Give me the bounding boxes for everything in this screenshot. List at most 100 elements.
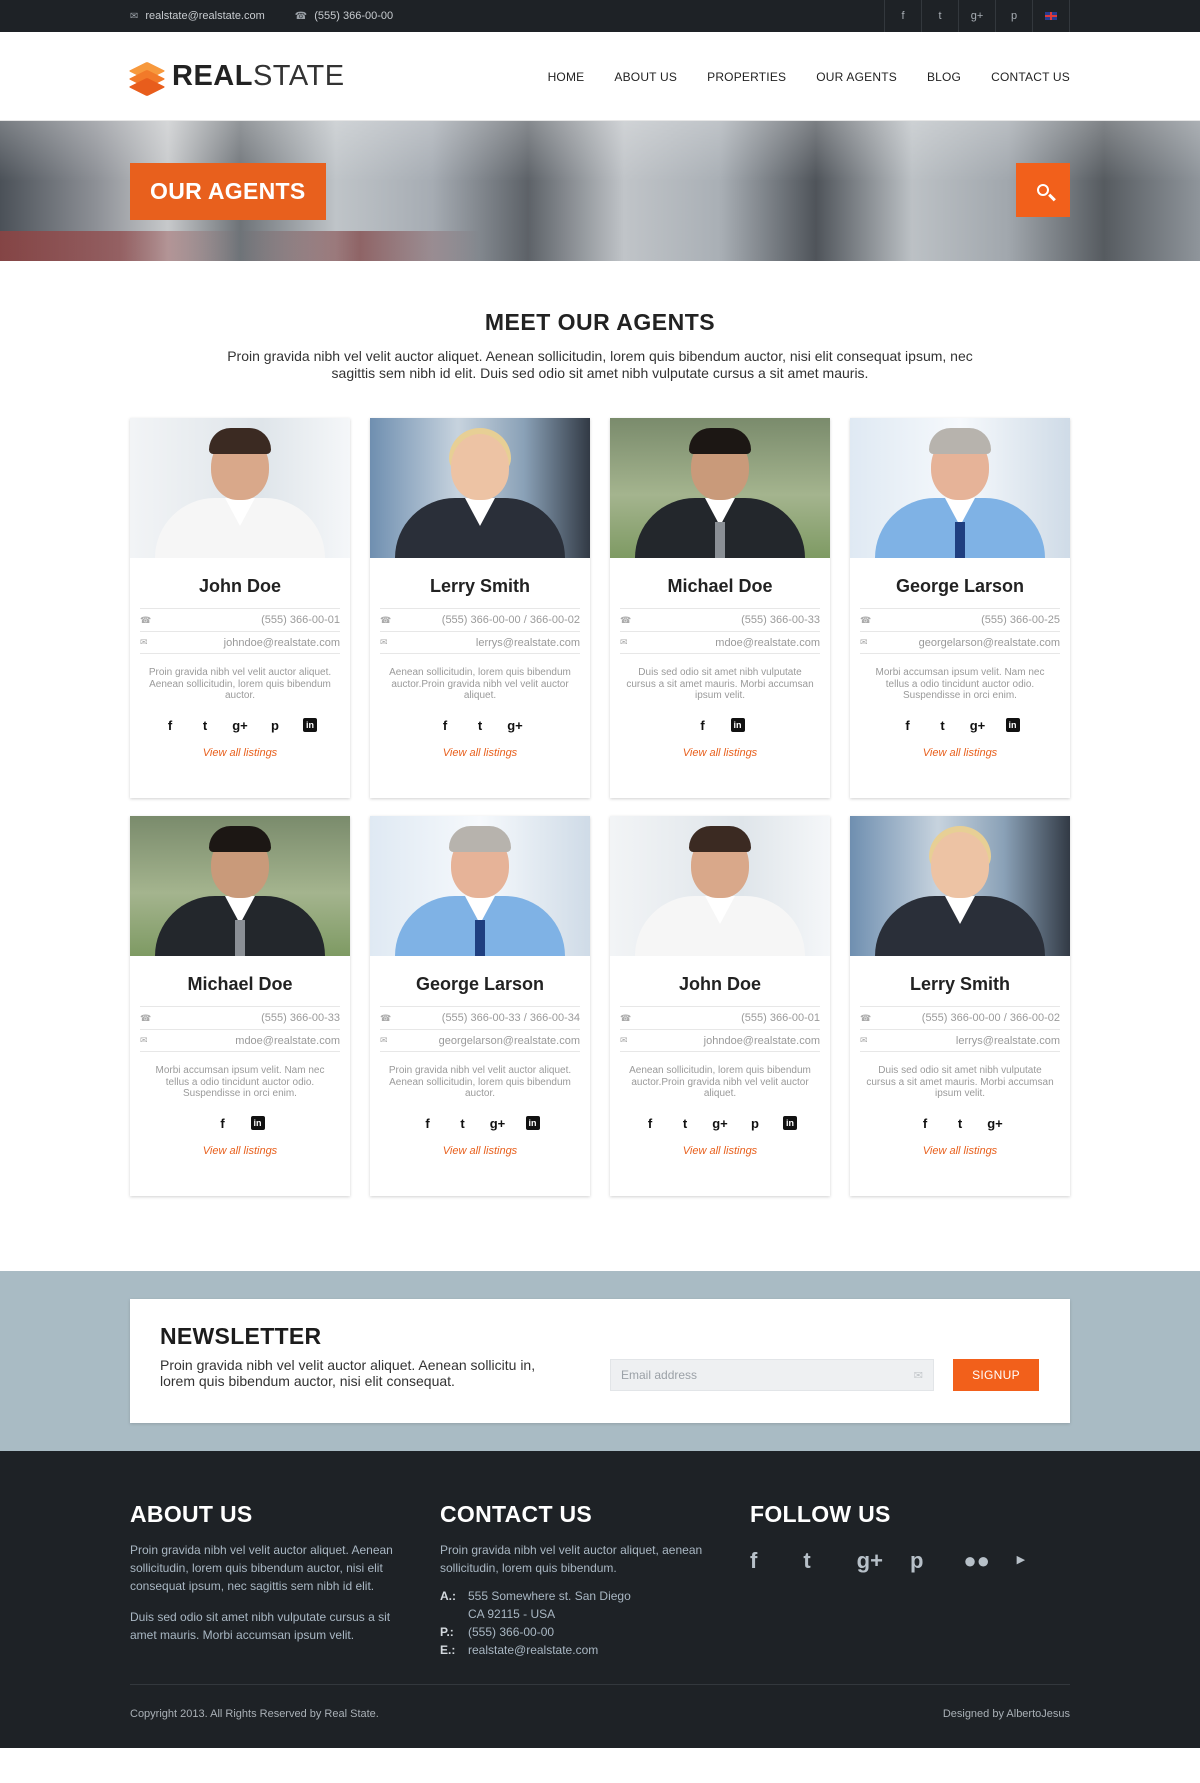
agent-name[interactable]: Lerry Smith xyxy=(370,576,590,598)
google-plus-icon[interactable]: g+ xyxy=(960,718,995,733)
view-all-listings-link[interactable]: View all listings xyxy=(130,1145,350,1157)
agent-photo[interactable] xyxy=(370,816,590,956)
language-selector[interactable] xyxy=(1033,0,1070,32)
facebook-icon[interactable]: f xyxy=(428,718,463,733)
linkedin-icon[interactable]: in xyxy=(240,1116,275,1130)
agent-phone-row: ☎ (555) 366-00-25 xyxy=(860,608,1060,631)
agent-card: Michael Doe ☎ (555) 366-00-33 ✉ mdoe@reals… xyxy=(610,418,830,798)
pinterest-icon[interactable]: p xyxy=(910,1548,963,1574)
agent-email[interactable]: lerrys@realstate.com xyxy=(476,637,580,649)
linkedin-icon[interactable]: in xyxy=(515,1116,550,1130)
google-plus-icon[interactable]: g+ xyxy=(703,1116,738,1131)
agent-email[interactable]: mdoe@realstate.com xyxy=(235,1035,340,1047)
pinterest-icon[interactable]: p xyxy=(996,0,1033,32)
agent-name[interactable]: John Doe xyxy=(610,974,830,996)
facebook-icon[interactable]: f xyxy=(885,0,922,32)
agent-name[interactable]: George Larson xyxy=(370,974,590,996)
facebook-icon[interactable]: f xyxy=(205,1116,240,1131)
google-plus-icon[interactable]: g+ xyxy=(978,1116,1013,1131)
nav-properties[interactable]: PROPERTIES xyxy=(707,70,786,84)
twitter-icon[interactable]: t xyxy=(943,1116,978,1131)
newsletter-email-input[interactable]: Email address ✉ xyxy=(610,1359,934,1391)
agent-name[interactable]: Lerry Smith xyxy=(850,974,1070,996)
agent-photo[interactable] xyxy=(850,816,1070,956)
agent-email[interactable]: johndoe@realstate.com xyxy=(704,1035,820,1047)
linkedin-icon[interactable]: in xyxy=(995,718,1030,732)
view-all-listings-link[interactable]: View all listings xyxy=(610,1145,830,1157)
linkedin-icon[interactable]: in xyxy=(773,1116,808,1130)
agent-email[interactable]: georgelarson@realstate.com xyxy=(439,1035,580,1047)
agent-social-links: f in xyxy=(130,1113,350,1133)
facebook-icon[interactable]: f xyxy=(908,1116,943,1131)
facebook-icon[interactable]: f xyxy=(890,718,925,733)
view-all-listings-link[interactable]: View all listings xyxy=(850,747,1070,759)
pinterest-icon[interactable]: p xyxy=(258,718,293,733)
google-plus-icon[interactable]: g+ xyxy=(223,718,258,733)
view-all-listings-link[interactable]: View all listings xyxy=(610,747,830,759)
nav-our-agents[interactable]: OUR AGENTS xyxy=(816,70,897,84)
facebook-icon[interactable]: f xyxy=(410,1116,445,1131)
linkedin-icon[interactable]: in xyxy=(720,718,755,732)
footer-contact: CONTACT US Proin gravida nibh vel velit … xyxy=(440,1501,750,1684)
agent-email[interactable]: johndoe@realstate.com xyxy=(224,637,340,649)
copyright: Copyright 2013. All Rights Reserved by R… xyxy=(130,1707,379,1720)
twitter-icon[interactable]: t xyxy=(803,1548,856,1574)
agent-card: John Doe ☎ (555) 366-00-01 ✉ johndoe@reals… xyxy=(610,816,830,1196)
search-button[interactable] xyxy=(1016,163,1070,217)
agent-photo[interactable] xyxy=(850,418,1070,558)
agent-photo[interactable] xyxy=(610,816,830,956)
facebook-icon[interactable]: f xyxy=(153,718,188,733)
agent-email-row: ✉ mdoe@realstate.com xyxy=(620,631,820,654)
twitter-icon[interactable]: t xyxy=(668,1116,703,1131)
newsletter-box: NEWSLETTER Proin gravida nibh vel velit … xyxy=(130,1299,1070,1423)
linkedin-icon[interactable]: in xyxy=(293,718,328,732)
nav-contact-us[interactable]: CONTACT US xyxy=(991,70,1070,84)
google-plus-icon[interactable]: g+ xyxy=(498,718,533,733)
facebook-icon[interactable]: f xyxy=(685,718,720,733)
logo[interactable]: REALSTATE xyxy=(128,60,345,96)
view-all-listings-link[interactable]: View all listings xyxy=(130,747,350,759)
facebook-icon[interactable]: f xyxy=(633,1116,668,1131)
footer-email[interactable]: realstate@realstate.com xyxy=(468,1641,598,1659)
view-all-listings-link[interactable]: View all listings xyxy=(370,1145,590,1157)
designer-credit[interactable]: Designed by AlbertoJesus xyxy=(943,1708,1070,1720)
nav-about-us[interactable]: ABOUT US xyxy=(614,70,677,84)
agent-name[interactable]: John Doe xyxy=(130,576,350,598)
agent-name[interactable]: George Larson xyxy=(850,576,1070,598)
nav-home[interactable]: HOME xyxy=(548,70,585,84)
twitter-icon[interactable]: t xyxy=(445,1116,480,1131)
twitter-icon[interactable]: t xyxy=(463,718,498,733)
intro-section: MEET OUR AGENTS Proin gravida nibh vel v… xyxy=(130,261,1070,382)
google-plus-icon[interactable]: g+ xyxy=(857,1548,910,1574)
google-plus-icon[interactable]: g+ xyxy=(480,1116,515,1131)
agent-photo[interactable] xyxy=(610,418,830,558)
nav-blog[interactable]: BLOG xyxy=(927,70,961,84)
footer-phone: (555) 366-00-00 xyxy=(468,1625,555,1639)
topbar-email[interactable]: ✉ realstate@realstate.com xyxy=(130,10,265,22)
facebook-icon[interactable]: f xyxy=(750,1548,803,1574)
agent-phone-row: ☎ (555) 366-00-00 / 366-00-02 xyxy=(860,1006,1060,1029)
envelope-icon: ✉ xyxy=(620,637,628,647)
agent-photo[interactable] xyxy=(130,816,350,956)
agent-photo[interactable] xyxy=(370,418,590,558)
agent-email[interactable]: mdoe@realstate.com xyxy=(715,637,820,649)
youtube-icon[interactable]: ▶ xyxy=(1017,1548,1070,1574)
agent-card: Michael Doe ☎ (555) 366-00-33 ✉ mdoe@reals… xyxy=(130,816,350,1196)
agent-name[interactable]: Michael Doe xyxy=(610,576,830,598)
agent-email[interactable]: lerrys@realstate.com xyxy=(956,1035,1060,1047)
twitter-icon[interactable]: t xyxy=(922,0,959,32)
view-all-listings-link[interactable]: View all listings xyxy=(370,747,590,759)
view-all-listings-link[interactable]: View all listings xyxy=(850,1145,1070,1157)
twitter-icon[interactable]: t xyxy=(188,718,223,733)
twitter-icon[interactable]: t xyxy=(925,718,960,733)
agent-photo[interactable] xyxy=(130,418,350,558)
google-plus-icon[interactable]: g+ xyxy=(959,0,996,32)
agent-name[interactable]: Michael Doe xyxy=(130,974,350,996)
agents-grid: John Doe ☎ (555) 366-00-01 ✉ johndoe@reals… xyxy=(130,418,1070,1196)
phone-icon: ☎ xyxy=(140,614,152,625)
flickr-icon[interactable]: ●● xyxy=(963,1548,1016,1574)
agent-email[interactable]: georgelarson@realstate.com xyxy=(919,637,1060,649)
pinterest-icon[interactable]: p xyxy=(738,1116,773,1131)
signup-button[interactable]: SIGNUP xyxy=(953,1359,1039,1391)
envelope-icon: ✉ xyxy=(140,637,148,647)
